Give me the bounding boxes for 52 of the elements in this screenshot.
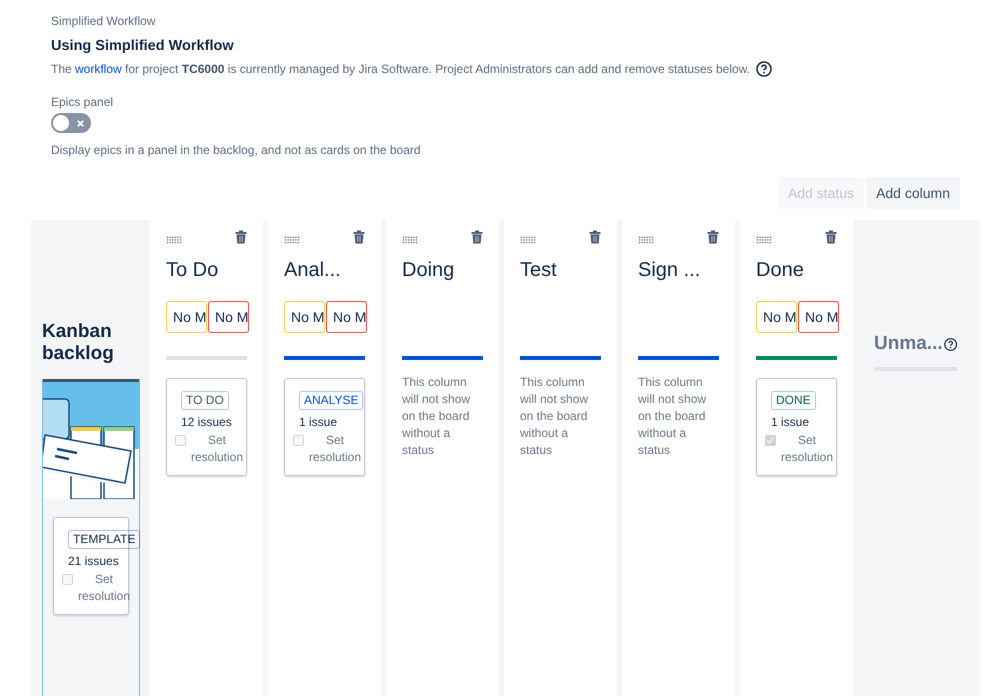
epics-toggle[interactable] bbox=[51, 113, 91, 133]
drag-handle-icon[interactable] bbox=[756, 236, 772, 244]
column-title: Doing bbox=[402, 258, 456, 282]
max-field[interactable]: No M bbox=[326, 301, 367, 333]
drag-handle-icon[interactable] bbox=[166, 236, 182, 244]
column-note: This column will not show on the board without a status bbox=[638, 374, 708, 459]
checkbox-label: Set resolution bbox=[190, 432, 244, 466]
help-icon[interactable] bbox=[756, 61, 772, 77]
epics-panel-hint: Display epics in a panel in the backlog, and not as cards on the board bbox=[51, 142, 422, 158]
action-button[interactable]: Add column bbox=[866, 177, 960, 209]
help-icon[interactable] bbox=[944, 336, 957, 352]
column-title: To Do bbox=[166, 258, 220, 282]
trash-icon[interactable] bbox=[589, 230, 601, 244]
drag-handle-icon[interactable] bbox=[402, 236, 418, 244]
trash-icon[interactable] bbox=[235, 230, 247, 244]
status-lozenge: DONE bbox=[771, 391, 816, 410]
column-title: Done bbox=[756, 258, 805, 282]
status-lozenge: TEMPLATE bbox=[68, 530, 140, 549]
epics-panel-label: Epics panel bbox=[51, 94, 114, 110]
backlog-title: Kanban backlog bbox=[42, 321, 115, 365]
close-icon bbox=[76, 118, 85, 128]
drag-handle-icon[interactable] bbox=[520, 236, 536, 244]
min-field[interactable]: No M bbox=[284, 301, 325, 333]
column-note: This column will not show on the board without a status bbox=[520, 374, 590, 459]
column-title: Sign ... bbox=[638, 258, 702, 282]
checkbox-label: Set resolution bbox=[308, 432, 362, 466]
workflow-link[interactable]: workflow bbox=[75, 62, 122, 76]
issue-count: 12 issues bbox=[181, 414, 232, 430]
max-field[interactable]: No M bbox=[798, 301, 839, 333]
status-lozenge: TO DO bbox=[181, 391, 229, 410]
section-label: Simplified Workflow bbox=[51, 13, 156, 29]
trash-icon[interactable] bbox=[825, 230, 837, 244]
page-title: Using Simplified Workflow bbox=[51, 37, 235, 55]
status-lozenge: ANALYSE bbox=[299, 391, 364, 410]
issue-count: 21 issues bbox=[68, 553, 119, 569]
drag-handle-icon[interactable] bbox=[284, 236, 300, 244]
issue-count: 1 issue bbox=[299, 414, 338, 430]
min-field[interactable]: No M bbox=[756, 301, 797, 333]
min-field[interactable]: No M bbox=[166, 301, 207, 333]
trash-icon[interactable] bbox=[471, 230, 483, 244]
unmapped-title: Unma... bbox=[874, 333, 943, 355]
checkbox-label: Set resolution bbox=[76, 571, 132, 605]
issue-count: 1 issue bbox=[771, 414, 810, 430]
column-title: Anal... bbox=[284, 258, 342, 282]
trash-icon[interactable] bbox=[353, 230, 365, 244]
max-field[interactable]: No M bbox=[208, 301, 249, 333]
workflow-description: The workflow for project TC6000 is currently managed by Jira Software. Project Administrators can add and remove statuses below. bbox=[51, 61, 750, 77]
column-title: Test bbox=[520, 258, 558, 282]
column-note: This column will not show on the board without a status bbox=[402, 374, 472, 459]
trash-icon[interactable] bbox=[707, 230, 719, 244]
checkbox-label: Set resolution bbox=[780, 432, 834, 466]
drag-handle-icon[interactable] bbox=[638, 236, 654, 244]
